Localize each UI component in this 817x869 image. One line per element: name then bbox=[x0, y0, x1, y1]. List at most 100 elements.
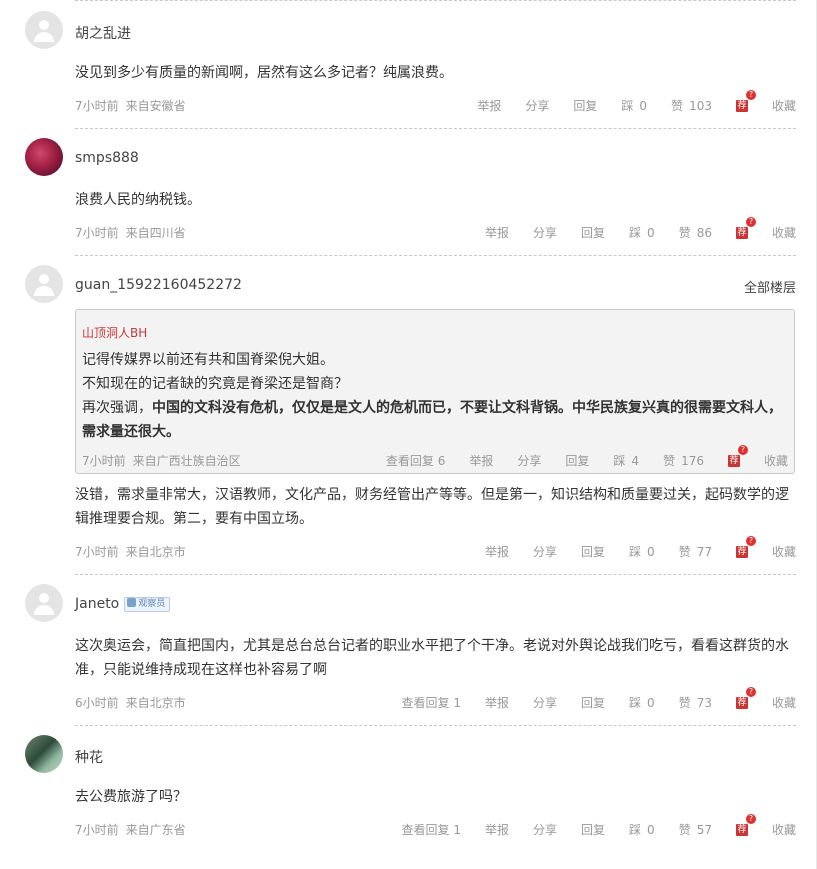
recommend-button[interactable]: 荐? bbox=[735, 216, 756, 239]
comment-meta: 6小时前 来自北京市 查看回复 1 举报 分享 回复 踩0 赞 73 荐? 收藏 bbox=[75, 686, 796, 711]
collect-button[interactable]: 收藏 bbox=[772, 694, 796, 711]
collect-button[interactable]: 收藏 bbox=[772, 224, 796, 241]
like-count: 73 bbox=[696, 696, 712, 710]
like-button[interactable]: 赞 176 bbox=[663, 452, 704, 469]
recommend-button[interactable]: 荐? bbox=[735, 535, 756, 558]
share-button[interactable]: 分享 bbox=[517, 452, 541, 469]
help-icon: ? bbox=[737, 444, 748, 455]
view-replies-button[interactable]: 查看回复 6 bbox=[386, 452, 445, 469]
share-button[interactable]: 分享 bbox=[533, 694, 557, 711]
reply-button[interactable]: 回复 bbox=[581, 224, 605, 241]
avatar[interactable] bbox=[25, 265, 63, 303]
comment-text: 去公费旅游了吗？ bbox=[75, 789, 187, 805]
username[interactable]: 种花 bbox=[75, 747, 103, 767]
reply-button[interactable]: 回复 bbox=[581, 821, 605, 838]
quoted-meta: 7小时前 来自广西壮族自治区 查看回复 6 举报 分享 回复 踩4 赞 176 荐?… bbox=[82, 444, 788, 469]
comment-text: 这次奥运会，简直把国内，尤其是总台总台记者的职业水平把了个干净。老说对外舆论战我… bbox=[75, 638, 789, 678]
avatar[interactable] bbox=[25, 138, 63, 176]
dislike-count: 0 bbox=[639, 99, 648, 113]
report-button[interactable]: 举报 bbox=[485, 821, 509, 838]
help-icon: ? bbox=[745, 813, 756, 824]
collect-button[interactable]: 收藏 bbox=[772, 543, 796, 560]
all-floors-link[interactable]: 全部楼层 bbox=[744, 277, 796, 296]
comment-actions: 举报 分享 回复 踩0 赞 86 荐? 收藏 bbox=[485, 216, 796, 241]
dislike-button[interactable]: 踩4 bbox=[613, 452, 639, 469]
comment-time: 7小时前 bbox=[75, 226, 119, 240]
comment-text: 没错，需求量非常大，汉语教师，文化产品，财务经管出产等等。但是第一，知识结构和质… bbox=[75, 487, 789, 527]
collect-button[interactable]: 收藏 bbox=[764, 452, 788, 469]
username[interactable]: smps888 bbox=[75, 150, 139, 166]
report-button[interactable]: 举报 bbox=[485, 694, 509, 711]
like-button[interactable]: 赞 73 bbox=[679, 694, 712, 711]
dislike-button[interactable]: 踩0 bbox=[629, 224, 655, 241]
comment-location: 来自北京市 bbox=[125, 545, 186, 559]
dislike-count: 4 bbox=[631, 454, 640, 468]
recommend-button[interactable]: 荐? bbox=[735, 813, 756, 836]
reply-button[interactable]: 回复 bbox=[565, 452, 589, 469]
like-count: 57 bbox=[696, 823, 712, 837]
share-button[interactable]: 分享 bbox=[533, 543, 557, 560]
recommend-button[interactable]: 荐? bbox=[735, 89, 756, 112]
comment-location: 来自广东省 bbox=[125, 823, 186, 837]
reply-button[interactable]: 回复 bbox=[581, 543, 605, 560]
report-button[interactable]: 举报 bbox=[469, 452, 493, 469]
comment-meta: 7小时前 来自四川省 举报 分享 回复 踩0 赞 86 荐? 收藏 bbox=[75, 216, 796, 241]
comment-location: 来自安徽省 bbox=[125, 99, 186, 113]
share-button[interactable]: 分享 bbox=[525, 97, 549, 114]
like-button[interactable]: 赞 77 bbox=[679, 543, 712, 560]
comment-meta: 7小时前 来自北京市 举报 分享 回复 踩0 赞 77 荐? 收藏 bbox=[75, 535, 796, 560]
comment-time: 7小时前 bbox=[75, 99, 119, 113]
like-count: 176 bbox=[681, 454, 704, 468]
comment-time: 6小时前 bbox=[75, 696, 119, 710]
dislike-count: 0 bbox=[647, 696, 655, 710]
reply-button[interactable]: 回复 bbox=[581, 694, 605, 711]
dislike-button[interactable]: 踩0 bbox=[629, 543, 655, 560]
share-button[interactable]: 分享 bbox=[533, 224, 557, 241]
comment-time: 7小时前 bbox=[75, 823, 119, 837]
comment-divider bbox=[75, 128, 796, 129]
username[interactable]: Janeto 观察员 bbox=[75, 596, 171, 612]
quoted-comment: 山顶洞人BH 记得传媒界以前还有共和国脊梁倪大姐。 不知现在的记者缺的究竟是脊梁… bbox=[75, 309, 795, 474]
avatar[interactable] bbox=[25, 11, 63, 49]
view-replies-button[interactable]: 查看回复 1 bbox=[402, 694, 461, 711]
comment-actions: 举报 分享 回复 踩0 赞 77 荐? 收藏 bbox=[485, 535, 796, 560]
username[interactable]: guan_15922160452272 bbox=[75, 277, 242, 293]
like-count: 103 bbox=[689, 99, 712, 113]
comment-actions: 查看回复 1 举报 分享 回复 踩0 赞 57 荐? 收藏 bbox=[402, 813, 796, 838]
report-button[interactable]: 举报 bbox=[485, 543, 509, 560]
dislike-button[interactable]: 踩0 bbox=[621, 97, 647, 114]
comment-time: 7小时前 bbox=[75, 545, 119, 559]
collect-button[interactable]: 收藏 bbox=[772, 97, 796, 114]
report-button[interactable]: 举报 bbox=[477, 97, 501, 114]
view-replies-button[interactable]: 查看回复 1 bbox=[402, 821, 461, 838]
comment-time: 7小时前 bbox=[82, 454, 126, 468]
share-button[interactable]: 分享 bbox=[533, 821, 557, 838]
like-count: 86 bbox=[696, 226, 712, 240]
help-icon: ? bbox=[745, 535, 756, 546]
recommend-button[interactable]: 荐? bbox=[727, 444, 748, 467]
like-button[interactable]: 赞 86 bbox=[679, 224, 712, 241]
help-icon: ? bbox=[745, 216, 756, 227]
comment-text: 没见到多少有质量的新闻啊，居然有这么多记者？纯属浪费。 bbox=[75, 65, 453, 81]
comment-location: 来自北京市 bbox=[125, 696, 186, 710]
avatar[interactable] bbox=[25, 584, 63, 622]
recommend-button[interactable]: 荐? bbox=[735, 686, 756, 709]
like-button[interactable]: 赞 57 bbox=[679, 821, 712, 838]
dislike-button[interactable]: 踩0 bbox=[629, 821, 655, 838]
avatar[interactable] bbox=[25, 735, 63, 773]
dislike-count: 0 bbox=[647, 823, 655, 837]
quoted-text: 记得传媒界以前还有共和国脊梁倪大姐。 不知现在的记者缺的究竟是脊梁还是智商？ 再… bbox=[82, 352, 782, 440]
report-button[interactable]: 举报 bbox=[485, 224, 509, 241]
comment-meta: 7小时前 来自安徽省 举报 分享 回复 踩0 赞 103 荐? 收藏 bbox=[75, 89, 796, 114]
dislike-button[interactable]: 踩0 bbox=[629, 694, 655, 711]
comment-meta: 7小时前 来自广东省 查看回复 1 举报 分享 回复 踩0 赞 57 荐? 收藏 bbox=[75, 813, 796, 838]
username[interactable]: 胡之乱进 bbox=[75, 23, 131, 43]
like-count: 77 bbox=[696, 545, 712, 559]
observer-badge: 观察员 bbox=[124, 596, 171, 612]
comment-actions: 查看回复 1 举报 分享 回复 踩0 赞 73 荐? 收藏 bbox=[402, 686, 796, 711]
reply-button[interactable]: 回复 bbox=[573, 97, 597, 114]
quoted-username[interactable]: 山顶洞人BH bbox=[82, 324, 147, 341]
like-button[interactable]: 赞 103 bbox=[671, 97, 712, 114]
comment-actions: 查看回复 6 举报 分享 回复 踩4 赞 176 荐? 收藏 bbox=[386, 444, 788, 469]
collect-button[interactable]: 收藏 bbox=[772, 821, 796, 838]
